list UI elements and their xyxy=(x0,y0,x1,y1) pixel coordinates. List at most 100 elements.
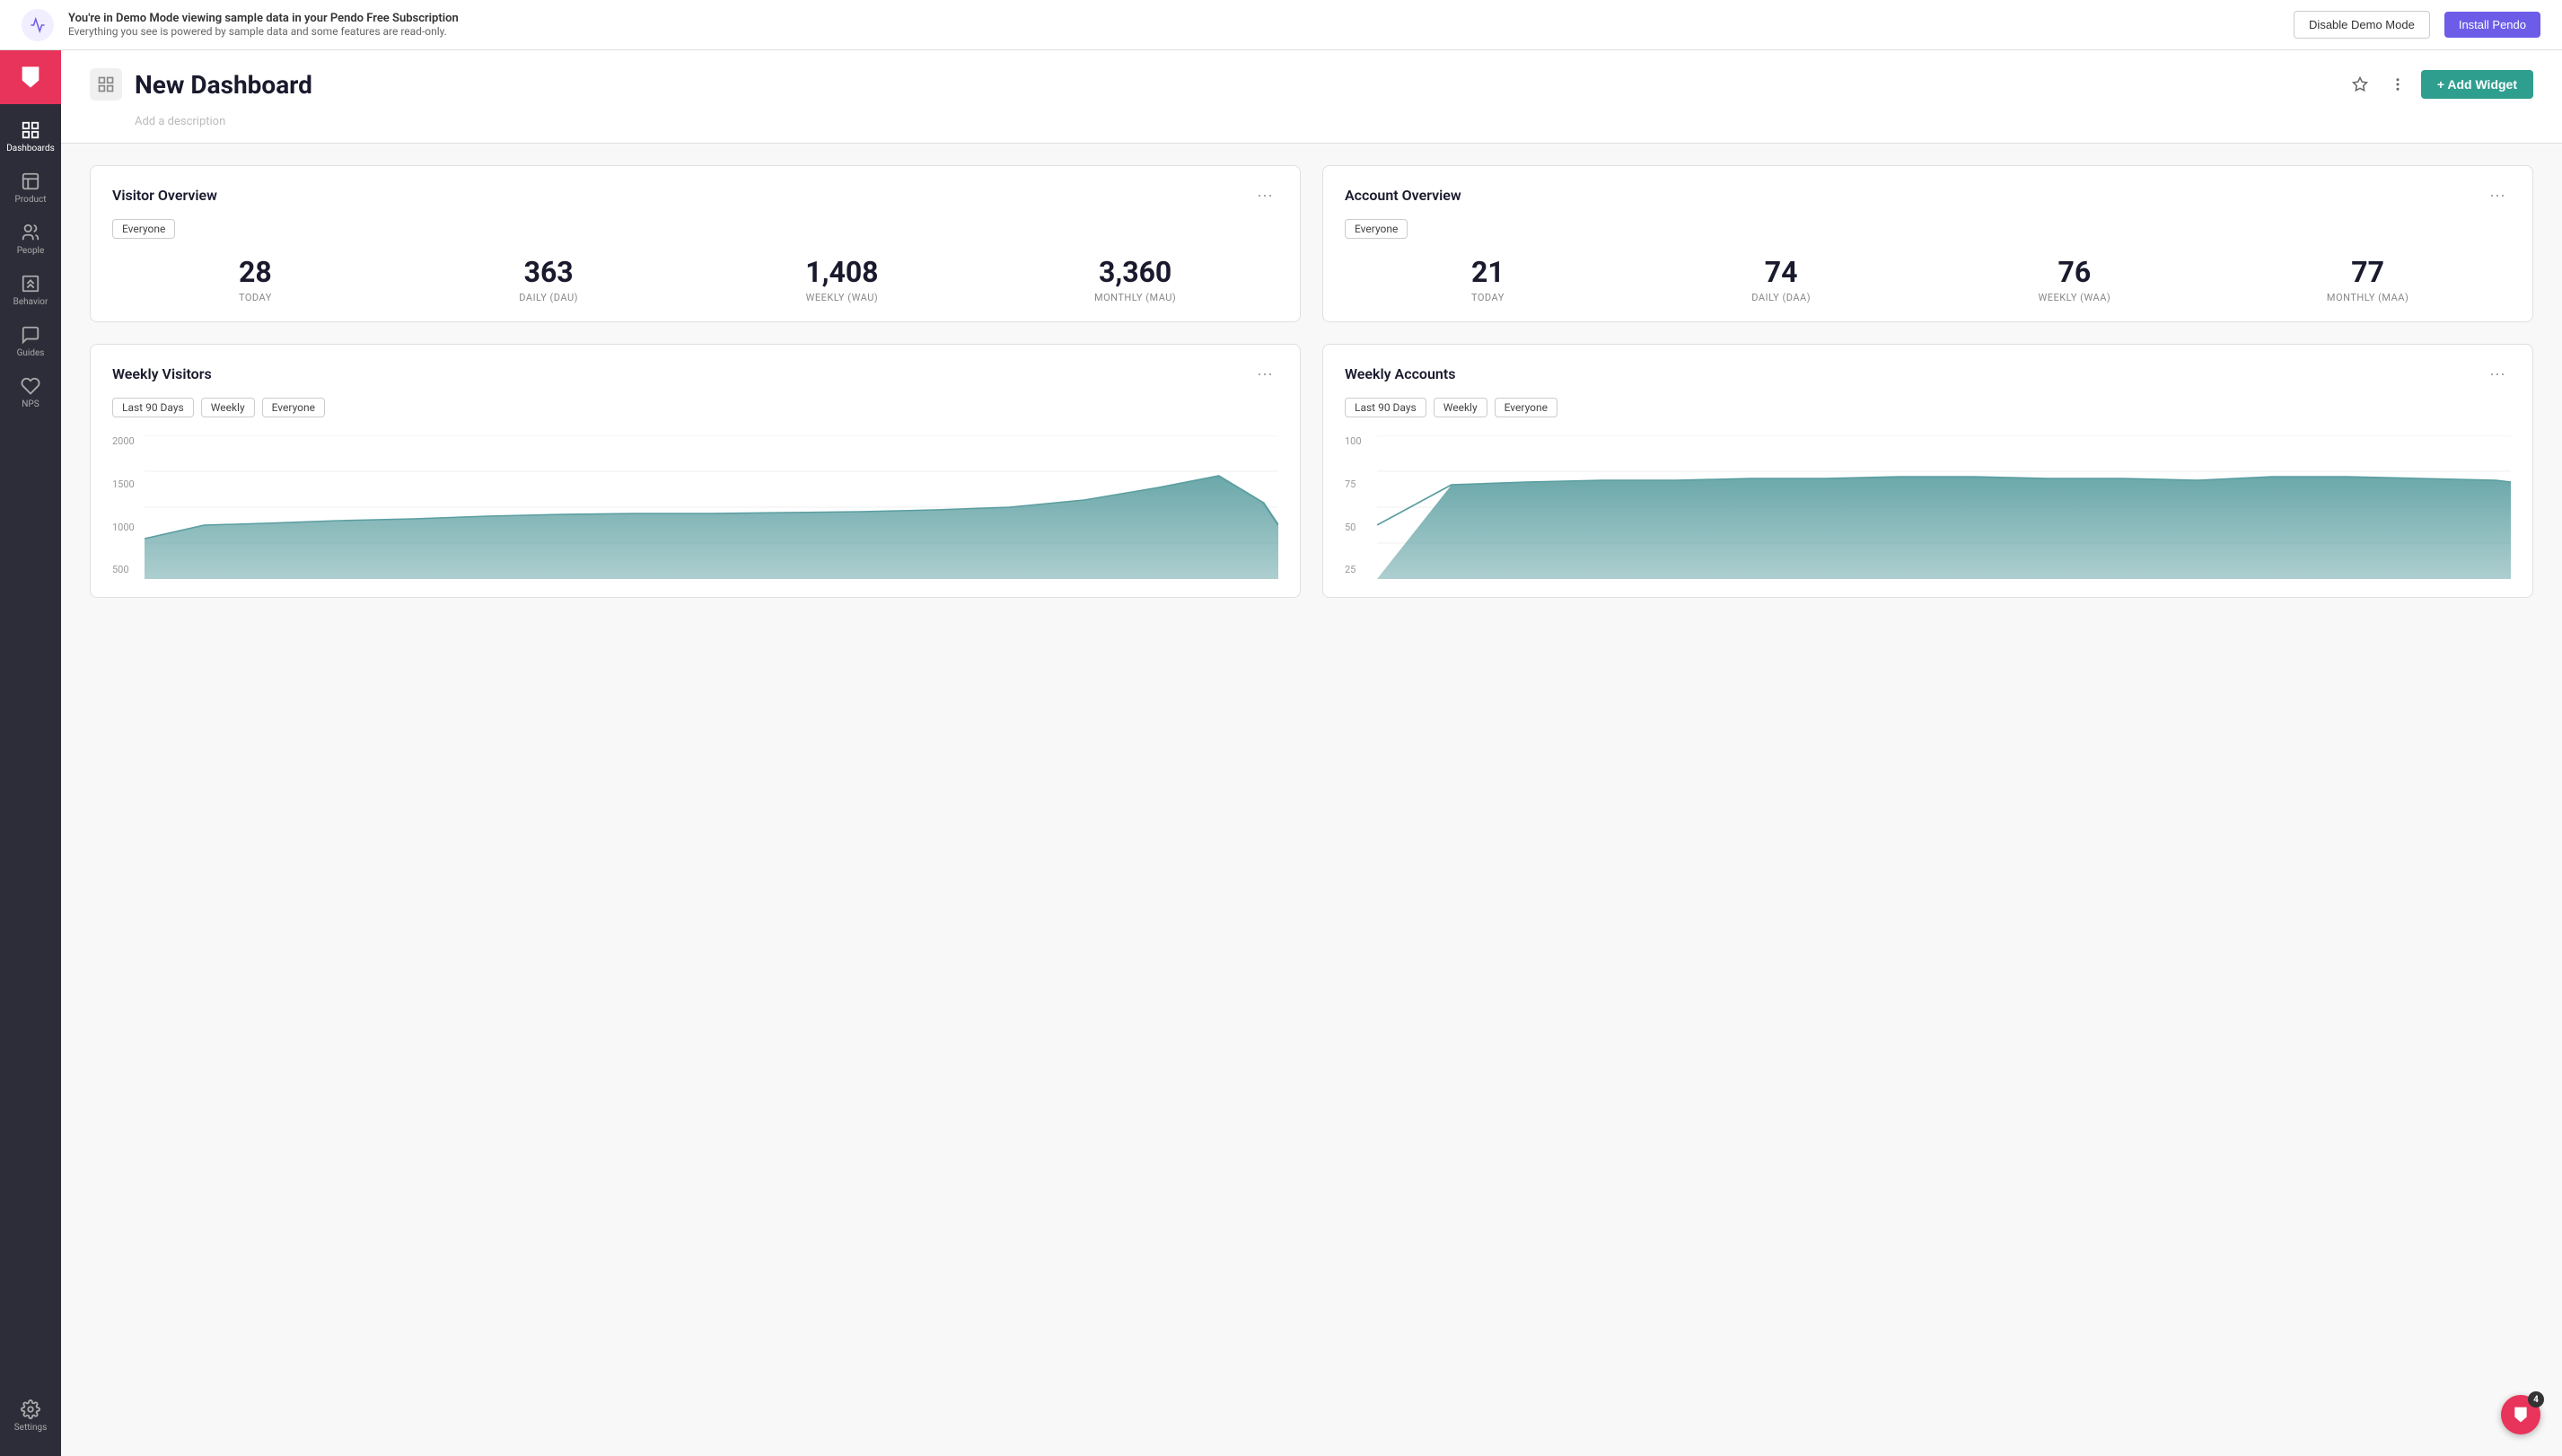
dashboard-header: New Dashboard + Add Widget Add a xyxy=(61,50,2562,144)
weekly-visitors-menu-button[interactable]: ··· xyxy=(1251,363,1278,385)
sidebar-item-settings-label: Settings xyxy=(14,1423,48,1433)
sidebar-item-behavior[interactable]: Behavior xyxy=(0,265,61,316)
tag-everyone: Everyone xyxy=(112,219,175,239)
sidebar-item-dashboards[interactable]: Dashboards xyxy=(0,111,61,162)
tag-last90-visitors: Last 90 Days xyxy=(112,398,194,417)
dashboard-description[interactable]: Add a description xyxy=(135,108,2533,143)
widgets-grid: Visitor Overview ··· Everyone 28 TODAY 3… xyxy=(61,144,2562,619)
sidebar-item-product-label: Product xyxy=(15,195,47,205)
visitor-overview-header: Visitor Overview ··· xyxy=(112,184,1278,206)
account-overview-tags: Everyone xyxy=(1345,219,2511,239)
weekly-accounts-chart: 100 75 50 25 xyxy=(1345,435,2511,579)
chart-y-labels-visitors: 2000 1500 1000 500 xyxy=(112,435,135,579)
dashboard-icon xyxy=(90,68,122,101)
stat-today: 28 TODAY xyxy=(112,257,399,303)
tag-last90-accounts: Last 90 Days xyxy=(1345,398,1426,417)
stat-wau-value: 1,408 xyxy=(699,257,986,288)
stat-maa: 77 MONTHLY (MAA) xyxy=(2224,257,2511,303)
stat-wau: 1,408 WEEKLY (WAU) xyxy=(699,257,986,303)
weekly-visitors-header: Weekly Visitors ··· xyxy=(112,363,1278,385)
notification-count: 4 xyxy=(2528,1391,2544,1408)
weekly-visitors-chart: 2000 1500 1000 500 xyxy=(112,435,1278,579)
stat-daa-value: 74 xyxy=(1638,257,1925,288)
y-label-2000: 2000 xyxy=(112,435,135,447)
install-pendo-button[interactable]: Install Pendo xyxy=(2444,12,2540,38)
y-label-500: 500 xyxy=(112,564,135,575)
add-widget-button[interactable]: + Add Widget xyxy=(2421,70,2533,99)
demo-banner-title: You're in Demo Mode viewing sample data … xyxy=(68,12,2279,25)
demo-banner: You're in Demo Mode viewing sample data … xyxy=(0,0,2562,50)
weekly-visitors-widget: Weekly Visitors ··· Last 90 Days Weekly … xyxy=(90,344,1301,598)
weekly-accounts-tags: Last 90 Days Weekly Everyone xyxy=(1345,398,2511,417)
account-overview-widget: Account Overview ··· Everyone 21 TODAY 7… xyxy=(1322,165,2533,322)
chart-y-labels-accounts: 100 75 50 25 xyxy=(1345,435,1362,579)
stat-today-label: TODAY xyxy=(112,292,399,303)
weekly-accounts-header: Weekly Accounts ··· xyxy=(1345,363,2511,385)
sidebar: Dashboards Product People xyxy=(0,50,61,1456)
tag-everyone-account: Everyone xyxy=(1345,219,1408,239)
weekly-accounts-menu-button[interactable]: ··· xyxy=(2484,363,2511,385)
stat-dau-value: 363 xyxy=(406,257,692,288)
stat-waa-label: WEEKLY (WAA) xyxy=(1932,292,2218,303)
stat-waa-value: 76 xyxy=(1932,257,2218,288)
notification-badge[interactable]: 4 xyxy=(2501,1395,2540,1434)
demo-banner-text: You're in Demo Mode viewing sample data … xyxy=(68,12,2279,38)
account-overview-header: Account Overview ··· xyxy=(1345,184,2511,206)
sidebar-item-behavior-label: Behavior xyxy=(13,297,48,307)
chart-svg-accounts xyxy=(1377,435,2511,579)
sidebar-item-nps-label: NPS xyxy=(22,399,39,409)
chart-svg-visitors xyxy=(145,435,1278,579)
more-options-button[interactable] xyxy=(2383,70,2412,99)
demo-mode-icon xyxy=(22,9,54,41)
favorite-button[interactable] xyxy=(2346,70,2374,99)
visitor-overview-stats: 28 TODAY 363 DAILY (DAU) 1,408 WEEKLY (W… xyxy=(112,257,1278,303)
tag-everyone-visitors: Everyone xyxy=(262,398,325,417)
weekly-accounts-widget: Weekly Accounts ··· Last 90 Days Weekly … xyxy=(1322,344,2533,598)
visitor-overview-menu-button[interactable]: ··· xyxy=(1251,184,1278,206)
demo-banner-subtitle: Everything you see is powered by sample … xyxy=(68,25,2279,38)
weekly-visitors-tags: Last 90 Days Weekly Everyone xyxy=(112,398,1278,417)
y-label-75: 75 xyxy=(1345,478,1362,490)
tag-weekly-accounts: Weekly xyxy=(1434,398,1487,417)
stat-mau-label: MONTHLY (MAU) xyxy=(992,292,1278,303)
stat-maa-value: 77 xyxy=(2224,257,2511,288)
y-label-1500: 1500 xyxy=(112,478,135,490)
weekly-visitors-title: Weekly Visitors xyxy=(112,365,212,382)
dashboard-title: New Dashboard xyxy=(135,70,312,100)
dashboard-actions: + Add Widget xyxy=(2346,70,2533,99)
stat-maa-label: MONTHLY (MAA) xyxy=(2224,292,2511,303)
visitor-overview-widget: Visitor Overview ··· Everyone 28 TODAY 3… xyxy=(90,165,1301,322)
stat-acc-today-value: 21 xyxy=(1345,257,1631,288)
stat-waa: 76 WEEKLY (WAA) xyxy=(1932,257,2218,303)
y-label-25: 25 xyxy=(1345,564,1362,575)
sidebar-item-people[interactable]: People xyxy=(0,214,61,265)
sidebar-item-product[interactable]: Product xyxy=(0,162,61,214)
account-overview-stats: 21 TODAY 74 DAILY (DAA) 76 WEEKLY (WAA) … xyxy=(1345,257,2511,303)
stat-mau-value: 3,360 xyxy=(992,257,1278,288)
stat-daa: 74 DAILY (DAA) xyxy=(1638,257,1925,303)
y-label-50: 50 xyxy=(1345,522,1362,533)
account-overview-menu-button[interactable]: ··· xyxy=(2484,184,2511,206)
sidebar-item-dashboards-label: Dashboards xyxy=(6,144,55,153)
sidebar-item-guides[interactable]: Guides xyxy=(0,316,61,367)
weekly-accounts-title: Weekly Accounts xyxy=(1345,365,1455,382)
visitor-overview-tags: Everyone xyxy=(112,219,1278,239)
disable-demo-button[interactable]: Disable Demo Mode xyxy=(2294,11,2430,39)
stat-today-value: 28 xyxy=(112,257,399,288)
app-logo[interactable] xyxy=(0,50,61,104)
stat-dau-label: DAILY (DAU) xyxy=(406,292,692,303)
main-content: New Dashboard + Add Widget Add a xyxy=(61,50,2562,1456)
sidebar-item-guides-label: Guides xyxy=(17,348,45,358)
y-label-1000: 1000 xyxy=(112,522,135,533)
tag-everyone-accounts: Everyone xyxy=(1495,398,1557,417)
visitor-overview-title: Visitor Overview xyxy=(112,187,217,204)
dashboard-title-row: New Dashboard + Add Widget xyxy=(90,68,2533,101)
stat-mau: 3,360 MONTHLY (MAU) xyxy=(992,257,1278,303)
sidebar-item-settings[interactable]: Settings xyxy=(0,1390,61,1442)
sidebar-item-nps[interactable]: NPS xyxy=(0,367,61,418)
account-overview-title: Account Overview xyxy=(1345,187,1461,204)
y-label-100: 100 xyxy=(1345,435,1362,447)
sidebar-item-people-label: People xyxy=(17,246,45,256)
stat-dau: 363 DAILY (DAU) xyxy=(406,257,692,303)
stat-acc-today: 21 TODAY xyxy=(1345,257,1631,303)
